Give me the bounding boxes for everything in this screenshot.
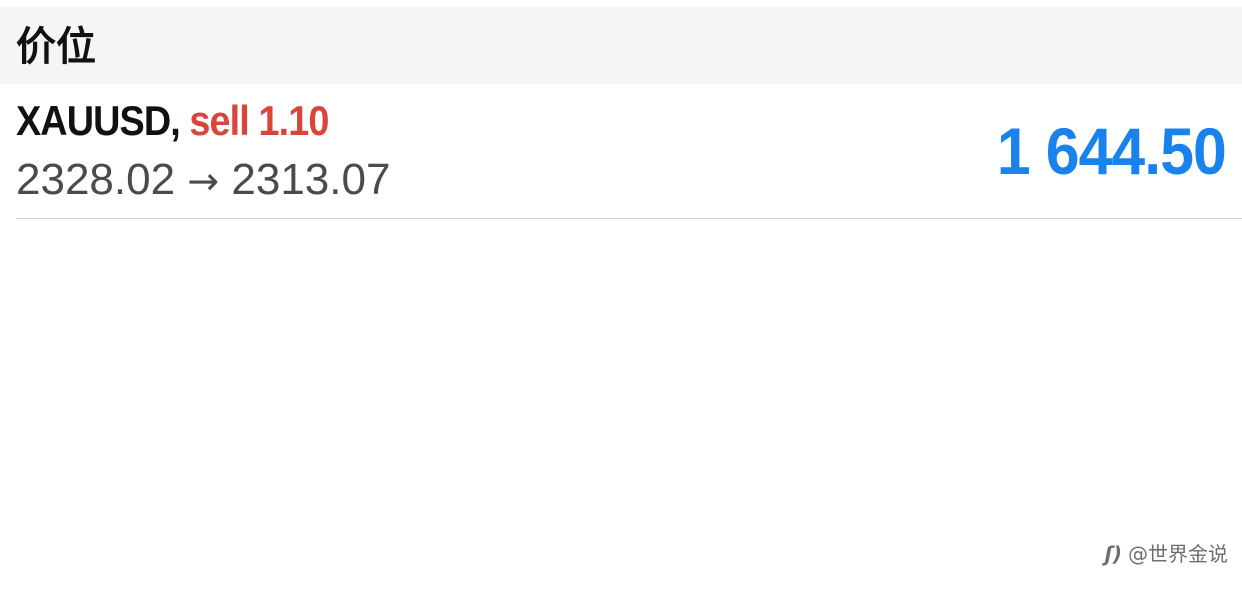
position-summary: XAUUSD, sell 1.10 [16,97,329,144]
watermark: ʃ) @世界金说 [1105,540,1228,568]
section-title: 价位 [16,24,96,70]
top-strip [0,0,1242,7]
open-price: 2328.02 [16,155,176,204]
profit-value: 1 644.50 [996,114,1227,188]
current-price: 2313.07 [231,155,391,204]
symbol-separator: , [170,97,180,144]
arrow-right-icon: → [187,159,220,203]
symbol-label: XAUUSD [16,97,171,144]
section-header: 价位 [0,7,1242,84]
price-change: 2328.02 → 2313.07 [16,156,390,205]
row-divider [16,218,1242,219]
weibo-icon: ʃ) [1104,542,1122,566]
trade-volume: 1.10 [258,97,329,144]
position-row[interactable]: XAUUSD, sell 1.10 2328.02 → 2313.07 1 64… [0,84,1242,219]
watermark-text: @世界金说 [1128,542,1228,566]
trade-side: sell [189,97,249,144]
